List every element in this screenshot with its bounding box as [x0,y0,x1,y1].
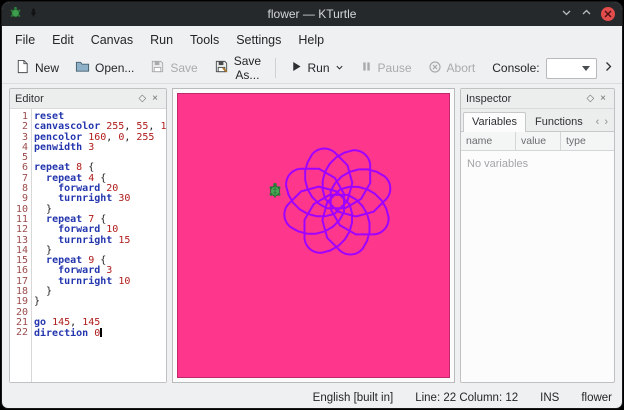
menu-settings[interactable]: Settings [228,29,289,51]
float-panel-icon[interactable]: ◇ [583,93,597,104]
maximize-button[interactable] [581,7,592,21]
close-icon [604,7,612,21]
chevron-right-icon [603,61,614,75]
menu-canvas[interactable]: Canvas [83,29,141,51]
new-button-label: New [35,61,59,75]
run-dropdown-icon [335,61,344,75]
chevron-up-icon [581,7,592,21]
column-value[interactable]: value [516,132,561,150]
statusbar: English [built in] Line: 22 Column: 12 I… [2,387,622,408]
run-play-icon [290,60,303,76]
tab-scroll-right-icon[interactable]: › [602,116,610,128]
run-button-label: Run [308,61,330,75]
editor-panel-header: Editor ◇ × [10,89,166,109]
inspector-tabs: Variables Functions ‹ › [461,109,614,132]
menubar: File Edit Canvas Run Tools Settings Help [2,26,622,53]
menu-run[interactable]: Run [142,29,181,51]
menu-tools[interactable]: Tools [182,29,227,51]
turtle-canvas[interactable] [177,93,450,378]
status-cursor-position: Line: 22 Column: 12 [415,392,518,404]
status-insert-mode[interactable]: INS [540,392,559,404]
window-title: flower — KTurtle [119,7,505,21]
status-document-name: flower [581,392,612,404]
open-folder-icon [75,59,90,77]
titlebar[interactable]: flower — KTurtle [2,2,622,26]
turtle-sprite [268,182,283,204]
close-button[interactable] [601,7,615,21]
inspector-panel-title: Inspector [466,93,583,105]
close-panel-icon[interactable]: × [149,93,161,104]
abort-icon [428,60,442,77]
kturtle-window: flower — KTurtle File Edit Canvas Run To… [2,2,622,408]
save-button-label: Save [170,61,197,75]
editor-panel-title: Editor [15,93,135,105]
abort-button-label: Abort [447,61,476,75]
console-combobox[interactable] [546,58,597,79]
float-panel-icon[interactable]: ◇ [135,93,149,104]
pause-button[interactable]: Pause [353,57,419,79]
menu-edit[interactable]: Edit [44,29,82,51]
combobox-arrow-icon [582,66,590,71]
menu-file[interactable]: File [7,29,43,51]
open-button-label: Open... [95,61,134,75]
save-icon [150,59,165,77]
abort-button[interactable]: Abort [421,57,483,80]
variables-table-header: name value type [461,132,614,151]
pause-icon [360,60,373,76]
tab-scroll-arrows: ‹ › [594,116,612,131]
minimize-button[interactable] [561,7,572,21]
inspector-panel: Inspector ◇ × Variables Functions ‹ › na… [460,88,615,383]
console-label: Console: [492,61,539,75]
editor-panel: Editor ◇ × 1reset2canvascolor 255, 55, 1… [9,88,167,383]
app-icon [9,6,22,22]
inspector-panel-header: Inspector ◇ × [461,89,614,109]
column-type[interactable]: type [561,132,614,150]
chevron-down-icon [561,7,572,21]
pause-button-label: Pause [378,61,412,75]
save-as-icon [214,59,229,77]
status-language[interactable]: English [built in] [313,392,394,404]
toolbar: New Open... Save Save As... Run Pause Ab… [2,53,622,84]
new-button[interactable]: New [8,56,66,80]
tab-functions[interactable]: Functions [526,112,592,132]
column-name[interactable]: name [461,132,516,150]
save-button[interactable]: Save [143,56,204,80]
new-document-icon [15,59,30,77]
open-button[interactable]: Open... [68,56,141,80]
close-panel-icon[interactable]: × [597,93,609,104]
no-variables-text: No variables [461,151,614,177]
main-area: Editor ◇ × 1reset2canvascolor 255, 55, 1… [2,84,622,387]
tab-variables[interactable]: Variables [463,112,526,132]
titlebar-left [9,6,119,22]
titlebar-controls [505,7,615,21]
tab-scroll-left-icon[interactable]: ‹ [594,116,602,128]
pin-icon [28,7,39,21]
flower-drawing [178,94,449,377]
run-button[interactable]: Run [283,57,351,79]
canvas-frame [172,88,455,383]
code-editor[interactable]: 1reset2canvascolor 255, 55, 1403pencolor… [10,109,166,382]
toolbar-overflow-button[interactable] [601,58,616,78]
save-as-button[interactable]: Save As... [207,51,268,85]
save-as-button-label: Save As... [234,54,261,82]
menu-help[interactable]: Help [290,29,332,51]
